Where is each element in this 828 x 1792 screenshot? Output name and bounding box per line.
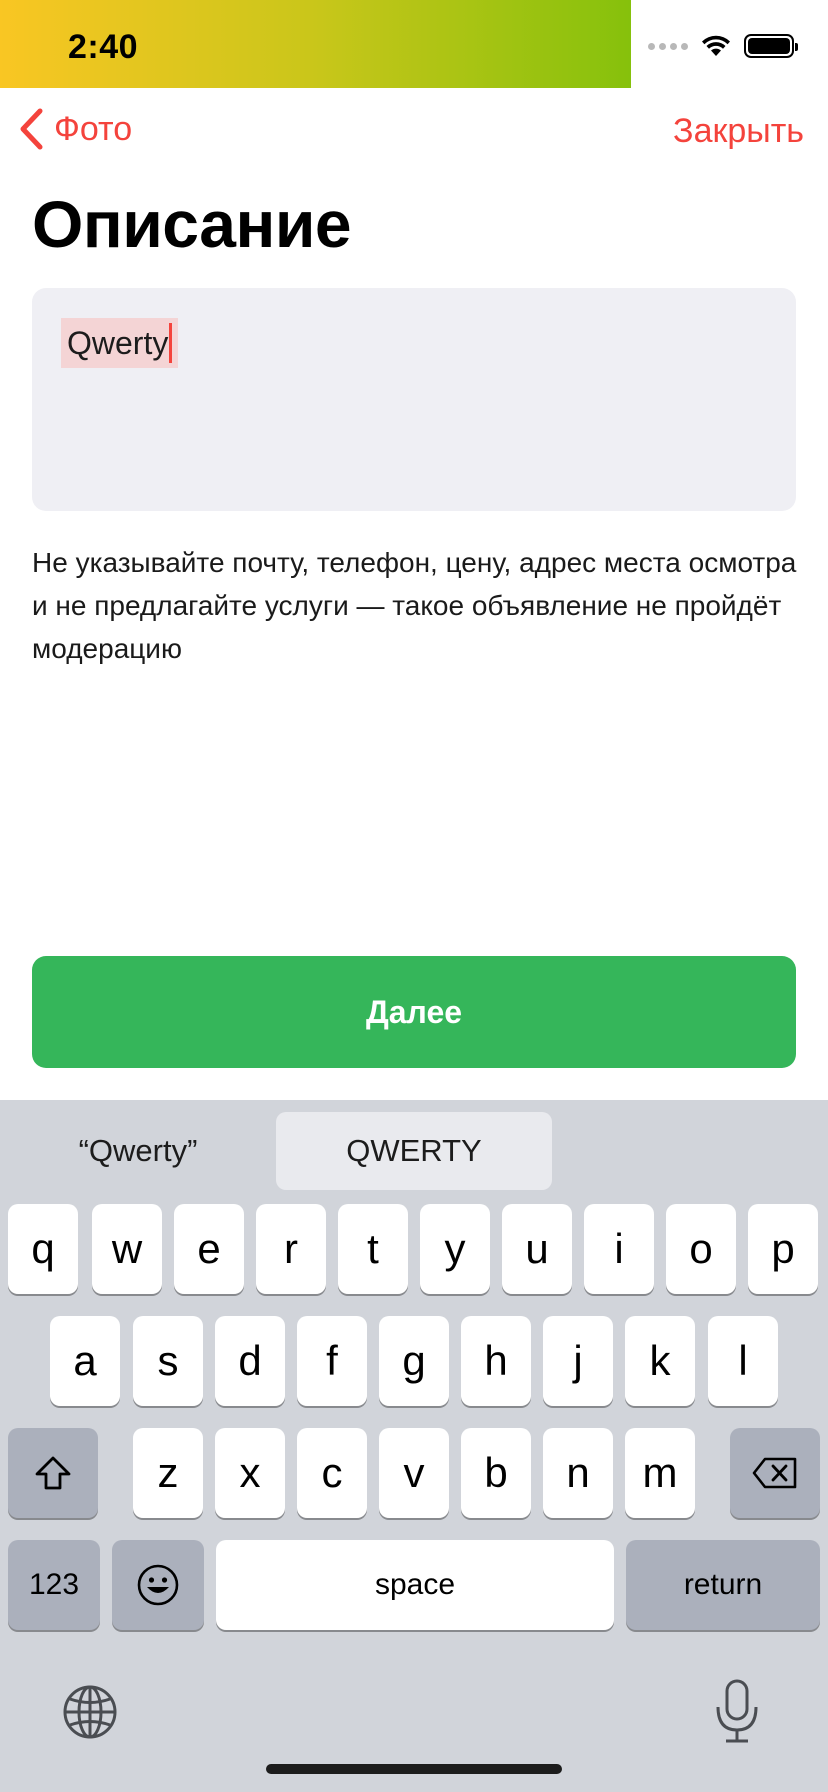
backspace-icon [752, 1457, 797, 1489]
key-r[interactable]: r [256, 1204, 326, 1294]
emoji-icon [137, 1564, 179, 1606]
key-d[interactable]: d [215, 1316, 285, 1406]
key-x[interactable]: x [215, 1428, 285, 1518]
suggestion-2[interactable]: QWERTY [276, 1112, 552, 1190]
key-f[interactable]: f [297, 1316, 367, 1406]
home-indicator [266, 1764, 562, 1774]
key-p[interactable]: p [748, 1204, 818, 1294]
key-a[interactable]: a [50, 1316, 120, 1406]
key-t[interactable]: t [338, 1204, 408, 1294]
back-button[interactable]: Фото [18, 108, 132, 150]
key-o[interactable]: o [666, 1204, 736, 1294]
key-q[interactable]: q [8, 1204, 78, 1294]
key-b[interactable]: b [461, 1428, 531, 1518]
key-h[interactable]: h [461, 1316, 531, 1406]
chevron-left-icon [20, 108, 43, 150]
key-c[interactable]: c [297, 1428, 367, 1518]
cellular-signal-icon [648, 42, 688, 50]
shift-key[interactable] [8, 1428, 98, 1518]
numbers-key[interactable]: 123 [8, 1540, 100, 1630]
key-v[interactable]: v [379, 1428, 449, 1518]
next-button[interactable]: Далее [32, 956, 796, 1068]
key-g[interactable]: g [379, 1316, 449, 1406]
key-k[interactable]: k [625, 1316, 695, 1406]
status-time: 2:40 [68, 28, 139, 66]
globe-button[interactable] [62, 1684, 118, 1740]
back-button-label: Фото [54, 109, 133, 148]
key-z[interactable]: z [133, 1428, 203, 1518]
key-e[interactable]: e [174, 1204, 244, 1294]
suggestion-3[interactable] [552, 1112, 828, 1190]
key-l[interactable]: l [708, 1316, 778, 1406]
key-u[interactable]: u [502, 1204, 572, 1294]
key-i[interactable]: i [584, 1204, 654, 1294]
key-n[interactable]: n [543, 1428, 613, 1518]
space-key[interactable]: space [216, 1540, 614, 1630]
close-button[interactable]: Закрыть [673, 112, 804, 151]
key-w[interactable]: w [92, 1204, 162, 1294]
page-title: Описание [32, 187, 352, 261]
status-bar: 2:40 [0, 0, 828, 88]
navigation-bar: Фото Закрыть [0, 100, 828, 164]
emoji-key[interactable] [112, 1540, 204, 1630]
key-s[interactable]: s [133, 1316, 203, 1406]
microphone-icon [716, 1679, 758, 1743]
status-icons [648, 33, 798, 59]
wifi-icon [702, 35, 730, 56]
globe-icon [63, 1685, 117, 1739]
description-value[interactable]: Qwerty [61, 318, 179, 368]
key-y[interactable]: y [420, 1204, 490, 1294]
text-caret [169, 323, 173, 363]
delete-key[interactable] [730, 1428, 820, 1518]
key-j[interactable]: j [543, 1316, 613, 1406]
moderation-hint: Не указывайте почту, телефон, цену, адре… [32, 547, 797, 664]
shift-icon [35, 1456, 71, 1490]
battery-icon [744, 34, 798, 58]
suggestion-1[interactable]: “Qwerty” [0, 1112, 276, 1190]
dictation-button[interactable] [712, 1678, 762, 1744]
return-key[interactable]: return [626, 1540, 820, 1630]
description-textarea[interactable]: Qwerty [32, 288, 796, 511]
key-m[interactable]: m [625, 1428, 695, 1518]
description-text: Qwerty [67, 325, 169, 361]
keyboard: “Qwerty” QWERTY q w e r t y u i o p a s … [0, 1100, 828, 1792]
